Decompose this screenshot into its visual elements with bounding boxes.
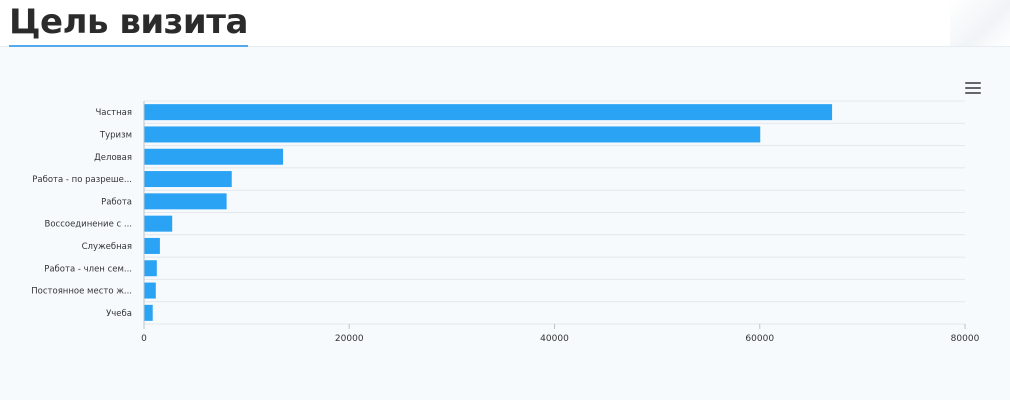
bar-chart: Частная Туризм Деловая Работа - по разреше.…: [31, 100, 980, 344]
category-label: Работа - по разреше...: [32, 175, 132, 185]
bar[interactable]: [144, 104, 833, 121]
x-tick-label: 20000: [335, 334, 364, 344]
category-label: Служебная: [82, 242, 132, 252]
bar[interactable]: [144, 282, 156, 299]
category-label: Учеба: [106, 309, 132, 319]
x-tick-label: 0: [141, 334, 147, 344]
bar[interactable]: [144, 126, 761, 143]
bar[interactable]: [144, 237, 160, 254]
category-label: Частная: [95, 108, 132, 118]
category-label: Туризм: [99, 130, 132, 140]
x-tick-label: 40000: [540, 334, 569, 344]
bar[interactable]: [144, 215, 173, 232]
x-tick-label: 80000: [951, 334, 980, 344]
category-label: Воссоединение с ...: [45, 220, 133, 230]
bar[interactable]: [144, 193, 227, 210]
bar[interactable]: [144, 171, 232, 188]
category-label: Работа: [101, 197, 132, 207]
bar[interactable]: [144, 260, 157, 277]
x-tick-label: 60000: [745, 334, 774, 344]
category-label: Работа - член сем...: [44, 264, 132, 274]
page: Цель визита Частная Туризм Деловая Работа -…: [0, 0, 1010, 400]
category-label: Постоянное место ж...: [31, 287, 132, 297]
bar[interactable]: [144, 304, 153, 321]
category-label: Деловая: [94, 153, 132, 163]
bar[interactable]: [144, 148, 284, 165]
